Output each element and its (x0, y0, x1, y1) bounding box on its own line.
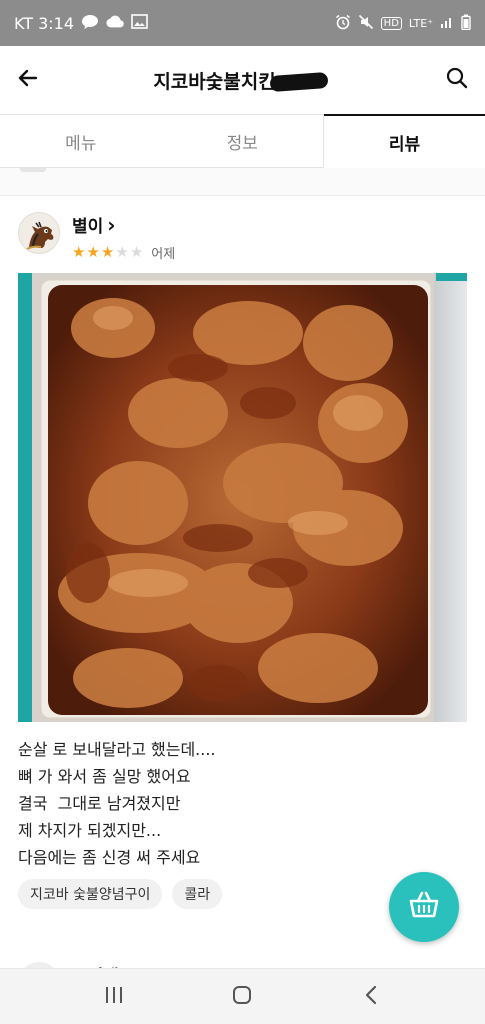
battery-icon (461, 14, 471, 33)
review-meta: 별이 › ★ ★ ★ ★ ★ 어제 (72, 212, 176, 263)
star-filled-icon: ★ (86, 243, 100, 261)
menu-tag[interactable]: 지코바 숯불양념구이 (18, 879, 163, 909)
star-rating: ★ ★ ★ ★ ★ (72, 245, 143, 260)
tab-info[interactable]: 정보 (162, 115, 324, 167)
network-label: LTE⁺ (408, 16, 433, 30)
status-time: KT 3:14 (14, 13, 75, 33)
tab-reviews[interactable]: 리뷰 (324, 114, 485, 168)
chevron-right-icon: › (107, 212, 116, 237)
reviewer-name-text: 별이 (72, 217, 104, 237)
app-header: 지코바숯불치킨 (0, 46, 485, 114)
star-filled-icon: ★ (72, 243, 86, 261)
review-line: 결국 그대로 남겨졌지만 (18, 794, 181, 813)
star-filled-icon: ★ (100, 243, 115, 261)
page-title: 지코바숯불치킨 (56, 67, 429, 94)
next-review-peek: 오리랭 (0, 940, 485, 1004)
review-body: 순살 로 보내달라고 했는데.... 뼈 가 와서 좀 실망 했어요 결국 그대… (18, 736, 458, 871)
redaction-mark (269, 71, 329, 93)
gallery-icon (131, 14, 148, 32)
section-divider (0, 168, 485, 196)
cart-button[interactable] (389, 872, 459, 942)
hd-badge: HD (380, 16, 402, 30)
review-line: 다음에는 좀 신경 써 주세요 (18, 848, 201, 867)
search-button[interactable] (429, 46, 485, 114)
status-bar: KT 3:14 HD LTE⁺ (0, 0, 485, 46)
menu-tag[interactable]: 콜라 (172, 879, 223, 909)
basket-icon (408, 890, 440, 924)
avatar[interactable] (18, 212, 60, 254)
divider-stub (20, 168, 46, 172)
reviewer-name[interactable]: 별이 › (72, 212, 175, 238)
home-button[interactable] (212, 969, 272, 1024)
mute-icon (358, 14, 374, 33)
search-icon (445, 66, 469, 94)
review-photo[interactable] (18, 273, 467, 722)
system-back-button[interactable] (341, 969, 401, 1024)
chat-bubble-icon (81, 14, 99, 33)
rating-row: ★ ★ ★ ★ ★ 어제 (72, 243, 176, 263)
tab-group: 메뉴 정보 (0, 114, 324, 168)
recent-apps-button[interactable] (84, 969, 144, 1024)
star-empty-icon: ★ (129, 243, 144, 261)
back-icon (364, 985, 378, 1009)
chicken-photo (18, 273, 467, 722)
system-nav-bar (0, 968, 485, 1024)
tab-menu[interactable]: 메뉴 (0, 115, 162, 167)
review-line: 뼈 가 와서 좀 실망 했어요 (18, 767, 191, 786)
back-button[interactable] (0, 46, 56, 114)
recent-apps-icon (104, 986, 124, 1008)
tab-bar: 메뉴 정보 리뷰 (0, 114, 485, 168)
review-header: 별이 › ★ ★ ★ ★ ★ 어제 (18, 212, 175, 262)
ordered-menu-tags: 지코바 숯불양념구이 콜라 (18, 879, 223, 909)
home-icon (232, 985, 252, 1009)
star-empty-icon: ★ (115, 243, 129, 261)
status-left: KT 3:14 (14, 14, 148, 33)
cloud-icon (106, 15, 124, 31)
status-right: HD LTE⁺ (335, 14, 471, 33)
review-date: 어제 (151, 247, 176, 262)
review-line: 제 차지가 되겠지만... (18, 821, 162, 840)
horse-avatar-icon (26, 221, 54, 250)
signal-icon (440, 15, 454, 32)
back-arrow-icon (16, 66, 40, 94)
store-name: 지코바숯불치킨 (153, 70, 276, 93)
alarm-icon (335, 14, 351, 33)
review-line: 순살 로 보내달라고 했는데.... (18, 740, 216, 759)
